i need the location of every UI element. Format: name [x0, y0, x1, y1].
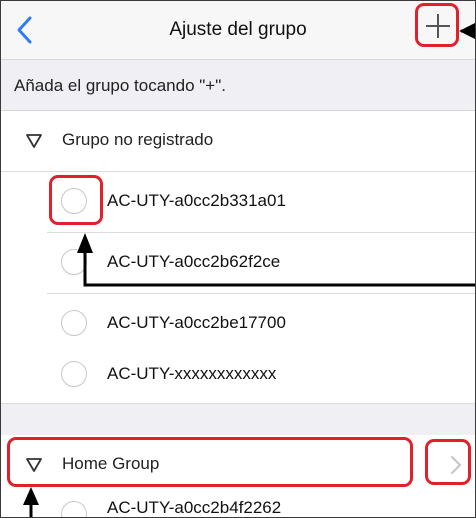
radio-button[interactable]: [61, 501, 87, 517]
radio-button[interactable]: [61, 188, 87, 214]
plus-icon[interactable]: [423, 11, 453, 41]
list-item-label: AC-UTY-a0cc2b62f2ce: [107, 252, 281, 271]
list-item[interactable]: AC-UTY-xxxxxxxxxxxx: [1, 345, 475, 406]
section-header-home-group[interactable]: Home Group: [1, 435, 475, 496]
list-item-label: AC-UTY-a0cc2be17700: [107, 313, 286, 332]
list-item[interactable]: AC-UTY-a0cc2b62f2ce: [1, 233, 475, 294]
section-label: Grupo no registrado: [62, 130, 214, 149]
radio-button[interactable]: [61, 249, 87, 275]
section-label: Home Group: [62, 454, 160, 473]
hint-banner: Añada el grupo tocando "+".: [1, 60, 475, 111]
group-settings-screen: Ajuste del grupo Añada el grupo tocando …: [0, 0, 476, 518]
list-item[interactable]: AC-UTY-a0cc2b4f2262: [1, 495, 475, 517]
chevron-right-icon[interactable]: [449, 453, 463, 477]
list-item[interactable]: AC-UTY-a0cc2b331a01: [1, 172, 475, 233]
triangle-down-icon: [26, 458, 42, 472]
section-header-unregistered[interactable]: Grupo no registrado: [1, 111, 475, 172]
section-gap: [1, 403, 475, 439]
page-title: Ajuste del grupo: [169, 19, 307, 40]
radio-button[interactable]: [61, 361, 87, 387]
list-item-label: AC-UTY-a0cc2b331a01: [107, 191, 286, 210]
list-item-label: AC-UTY-xxxxxxxxxxxx: [107, 364, 277, 383]
list-item-label: AC-UTY-a0cc2b4f2262: [107, 498, 282, 517]
hint-text: Añada el grupo tocando "+".: [14, 76, 226, 95]
navigation-bar: Ajuste del grupo: [1, 1, 475, 60]
radio-button[interactable]: [61, 310, 87, 336]
triangle-down-icon: [26, 134, 42, 148]
